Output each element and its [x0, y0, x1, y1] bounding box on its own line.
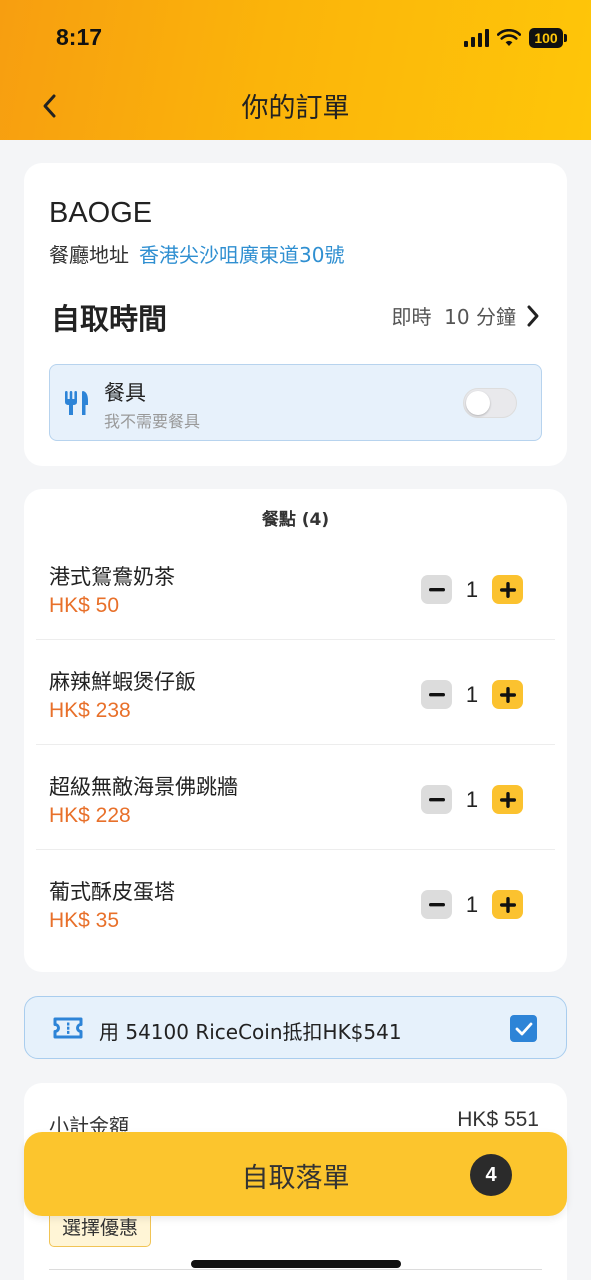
quantity-value: 1	[465, 681, 479, 707]
quantity-stepper: 1	[421, 575, 523, 604]
checkmark-icon	[515, 1022, 532, 1035]
item-price: HK$ 238	[49, 699, 131, 722]
decrease-button[interactable]	[421, 785, 452, 814]
quantity-value: 1	[465, 891, 479, 917]
address-row: 餐廳地址 香港尖沙咀廣東道30號	[49, 239, 344, 268]
plus-icon	[499, 791, 516, 808]
header-bar: 8:17 100 你的訂單	[0, 0, 591, 140]
utensils-toggle[interactable]	[463, 388, 517, 418]
list-item: 麻辣鮮蝦煲仔飯 HK$ 238 1	[36, 640, 555, 745]
pickup-time-selector[interactable]: 即時 10 分鐘	[391, 301, 540, 330]
item-price: HK$ 35	[49, 909, 120, 932]
divider	[49, 1269, 542, 1270]
decrease-button[interactable]	[421, 680, 452, 709]
increase-button[interactable]	[492, 680, 523, 709]
plus-icon	[499, 896, 516, 913]
page-title: 你的訂單	[241, 93, 350, 124]
chevron-right-icon	[527, 305, 539, 326]
list-item: 港式鴛鴦奶茶 HK$ 50 1	[36, 535, 555, 640]
items-card: 餐點 (4) 港式鴛鴦奶茶 HK$ 50 1 麻辣鮮蝦煲仔飯 HK$ 238 1…	[24, 489, 567, 972]
status-time: 8:17	[56, 24, 103, 50]
list-item: 超級無敵海景佛跳牆 HK$ 228 1	[36, 745, 555, 850]
wifi-icon	[497, 29, 521, 46]
store-name: BAOGE	[49, 197, 153, 229]
utensils-subtitle: 我不需要餐具	[104, 412, 201, 431]
home-indicator	[191, 1260, 401, 1268]
items-title: 餐點 (4)	[261, 510, 330, 530]
place-pickup-order-button[interactable]: 自取落單 4	[24, 1132, 567, 1216]
address-link[interactable]: 香港尖沙咀廣東道30號	[139, 243, 344, 267]
minus-icon	[428, 902, 445, 906]
list-item: 葡式酥皮蛋塔 HK$ 35 1	[36, 850, 555, 955]
decrease-button[interactable]	[421, 890, 452, 919]
address-label: 餐廳地址	[49, 243, 129, 267]
increase-button[interactable]	[492, 890, 523, 919]
item-name: 超級無敵海景佛跳牆	[49, 775, 238, 799]
quantity-value: 1	[465, 786, 479, 812]
subtotal-value: HK$ 551	[457, 1108, 539, 1131]
minus-icon	[428, 692, 445, 696]
pickup-time-value: 即時 10 分鐘	[391, 305, 516, 329]
utensils-title: 餐具	[104, 381, 146, 405]
utensils-option: 餐具 我不需要餐具	[49, 364, 542, 441]
toggle-knob	[466, 391, 490, 415]
plus-icon	[499, 686, 516, 703]
quantity-stepper: 1	[421, 890, 523, 919]
store-card: BAOGE 餐廳地址 香港尖沙咀廣東道30號 自取時間 即時 10 分鐘 餐具 我…	[24, 163, 567, 466]
ricecoin-option[interactable]: 用 54100 RiceCoin抵扣HK$541	[24, 996, 567, 1059]
item-price: HK$ 228	[49, 804, 131, 827]
ricecoin-checkbox[interactable]	[510, 1015, 537, 1042]
pickup-time-label: 自取時間	[51, 302, 168, 336]
quantity-stepper: 1	[421, 680, 523, 709]
battery-icon: 100	[529, 28, 567, 48]
item-name: 港式鴛鴦奶茶	[49, 565, 175, 589]
plus-icon	[499, 581, 516, 598]
cellular-signal-icon	[464, 29, 489, 47]
status-icons: 100	[464, 26, 567, 50]
ricecoin-text: 用 54100 RiceCoin抵扣HK$541	[99, 1020, 402, 1044]
cart-count-badge: 4	[470, 1154, 512, 1196]
quantity-value: 1	[465, 576, 479, 602]
item-price: HK$ 50	[49, 594, 120, 617]
increase-button[interactable]	[492, 575, 523, 604]
decrease-button[interactable]	[421, 575, 452, 604]
increase-button[interactable]	[492, 785, 523, 814]
item-name: 麻辣鮮蝦煲仔飯	[49, 670, 196, 694]
quantity-stepper: 1	[421, 785, 523, 814]
minus-icon	[428, 587, 445, 591]
fork-knife-icon	[65, 391, 88, 415]
item-name: 葡式酥皮蛋塔	[49, 880, 175, 904]
minus-icon	[428, 797, 445, 801]
ticket-icon	[53, 1017, 83, 1039]
